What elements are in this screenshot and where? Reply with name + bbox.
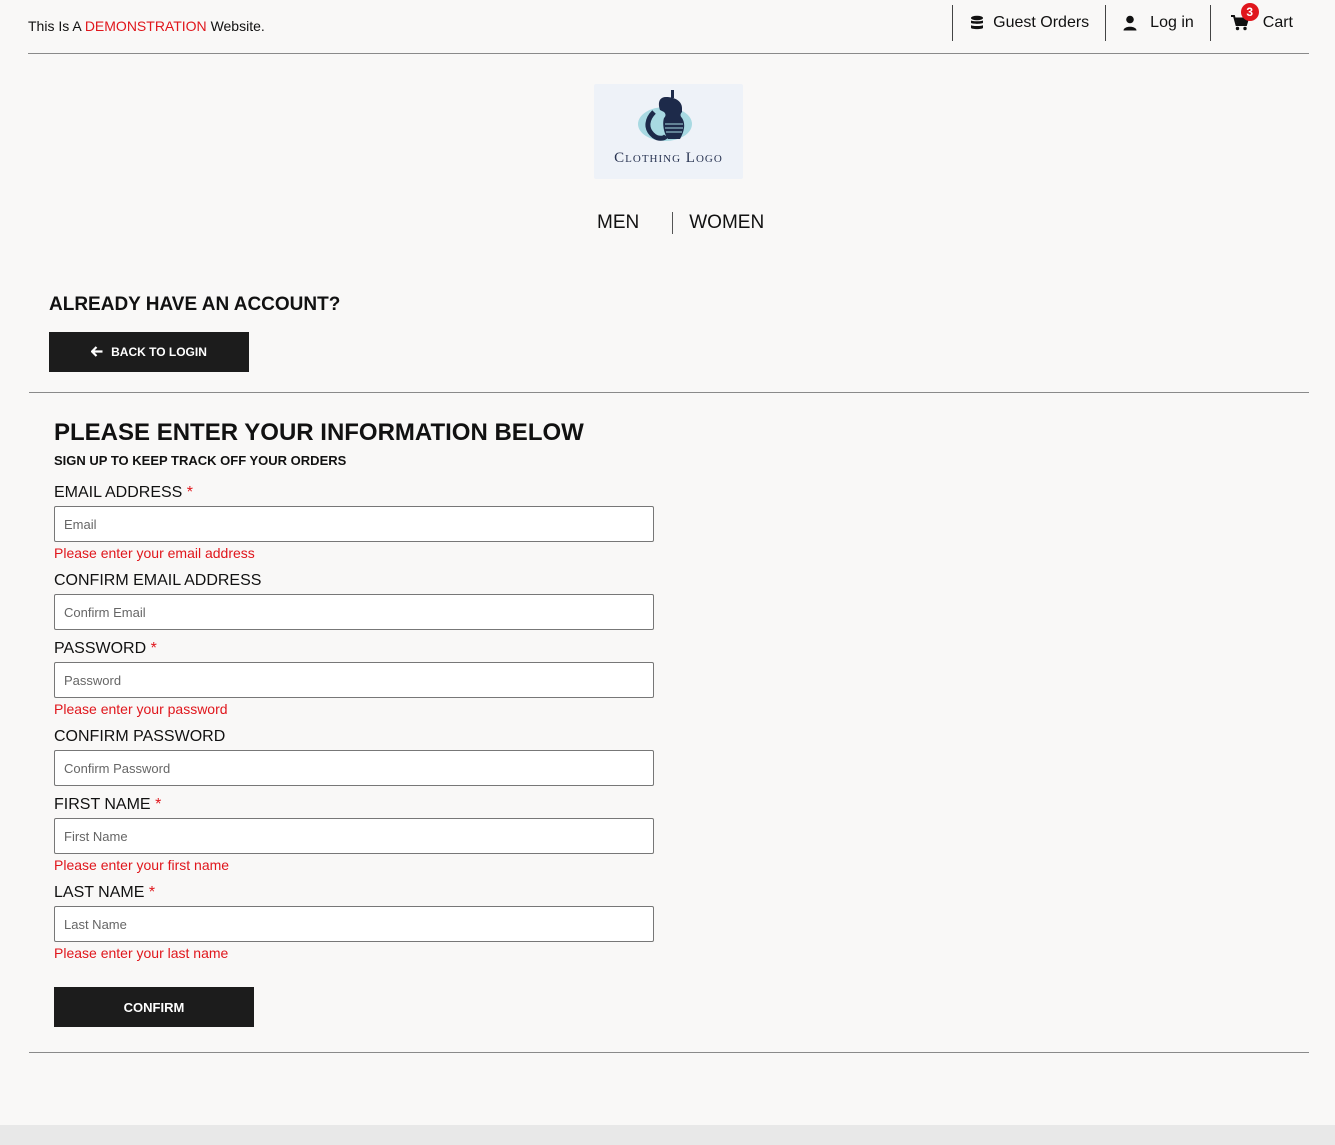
last-name-label: LAST NAME * xyxy=(54,884,155,902)
email-label: EMAIL ADDRESS * xyxy=(54,484,193,502)
email-error: Please enter your email address xyxy=(54,545,255,561)
password-label: PASSWORD * xyxy=(54,640,157,658)
demo-prefix: This Is A xyxy=(28,18,81,34)
divider xyxy=(29,392,1309,393)
already-account-heading: ALREADY HAVE AN ACCOUNT? xyxy=(49,294,341,315)
login-label: Log in xyxy=(1150,14,1194,31)
footer-strip xyxy=(0,1125,1335,1145)
required-marker: * xyxy=(155,796,162,813)
demo-notice: This Is A DEMONSTRATION Website. xyxy=(28,18,265,34)
demo-suffix: Website. xyxy=(210,18,265,34)
form-title: PLEASE ENTER YOUR INFORMATION BELOW xyxy=(54,419,584,446)
confirm-email-field[interactable] xyxy=(54,594,654,630)
first-name-field[interactable] xyxy=(54,818,654,854)
clothing-logo[interactable]: Clothing Logo xyxy=(594,84,743,179)
password-error: Please enter your password xyxy=(54,701,228,717)
first-name-label: FIRST NAME * xyxy=(54,796,161,814)
top-bar: This Is A DEMONSTRATION Website. Guest O… xyxy=(28,0,1309,54)
guest-orders-link[interactable]: Guest Orders xyxy=(952,5,1105,41)
last-name-field[interactable] xyxy=(54,906,654,942)
confirm-email-label-text: CONFIRM EMAIL ADDRESS xyxy=(54,572,262,589)
logo-text: Clothing Logo xyxy=(614,150,723,166)
page: This Is A DEMONSTRATION Website. Guest O… xyxy=(0,0,1335,1145)
cart-link[interactable]: 3 Cart xyxy=(1209,3,1309,41)
email-field[interactable] xyxy=(54,506,654,542)
email-label-text: EMAIL ADDRESS xyxy=(54,484,183,501)
guest-orders-label: Guest Orders xyxy=(993,14,1090,31)
password-field[interactable] xyxy=(54,662,654,698)
arrow-left-icon xyxy=(90,345,103,360)
required-marker: * xyxy=(150,640,157,657)
top-links: Guest Orders Log in 3 Cart xyxy=(952,0,1309,46)
demo-highlight: DEMONSTRATION xyxy=(84,18,207,34)
confirm-button[interactable]: CONFIRM xyxy=(54,987,254,1027)
required-marker: * xyxy=(148,884,156,901)
confirm-email-label: CONFIRM EMAIL ADDRESS xyxy=(54,572,261,590)
nav-men[interactable]: MEN xyxy=(580,212,674,234)
cart-icon-wrap: 3 xyxy=(1230,3,1259,31)
user-icon xyxy=(1122,15,1138,31)
last-name-error: Please enter your last name xyxy=(54,945,229,961)
confirm-password-label-text: CONFIRM PASSWORD xyxy=(54,728,226,745)
database-icon xyxy=(969,15,985,31)
confirm-password-field[interactable] xyxy=(54,750,654,786)
login-link[interactable]: Log in xyxy=(1105,5,1210,41)
back-to-login-button[interactable]: BACK TO LOGIN xyxy=(49,332,249,372)
cart-label: Cart xyxy=(1262,14,1293,31)
nav-women[interactable]: WOMEN xyxy=(673,212,780,234)
first-name-label-text: FIRST NAME xyxy=(54,796,151,813)
divider xyxy=(29,1052,1309,1053)
back-to-login-label: BACK TO LOGIN xyxy=(111,345,207,359)
password-label-text: PASSWORD xyxy=(54,640,147,657)
main-nav: MEN WOMEN xyxy=(580,205,780,241)
confirm-password-label: CONFIRM PASSWORD xyxy=(54,728,225,746)
required-marker: * xyxy=(186,484,194,501)
form-subtitle: SIGN UP TO KEEP TRACK OFF YOUR ORDERS xyxy=(54,453,347,468)
last-name-label-text: LAST NAME xyxy=(54,884,145,901)
first-name-error: Please enter your first name xyxy=(54,857,230,873)
cart-count-badge: 3 xyxy=(1240,3,1259,21)
